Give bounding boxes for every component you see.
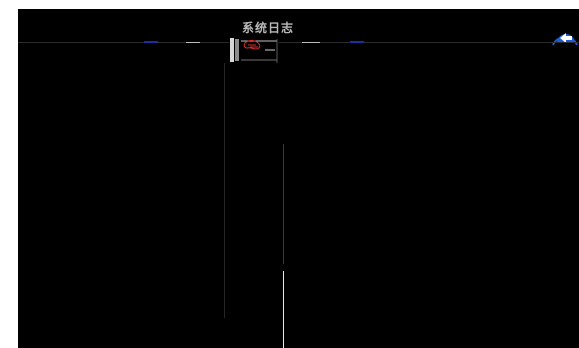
tab-indicator-left: [144, 41, 158, 43]
scroll-track: [283, 144, 284, 264]
system-log-screen: 系统日志: [18, 9, 579, 348]
back-button[interactable]: [551, 21, 579, 47]
back-arrow-icon: [552, 33, 578, 46]
header-divider: [18, 42, 579, 43]
title-bar: 系统日志: [18, 9, 579, 46]
page-title: 系统日志: [241, 21, 294, 35]
log-toolbar-fragment: [229, 37, 279, 63]
column-divider: [224, 63, 225, 318]
tab-indicator-right: [350, 41, 364, 43]
tab-divider-right: [302, 42, 320, 43]
scrollbar-thumb[interactable]: [283, 271, 284, 348]
tab-divider-left: [186, 42, 200, 43]
